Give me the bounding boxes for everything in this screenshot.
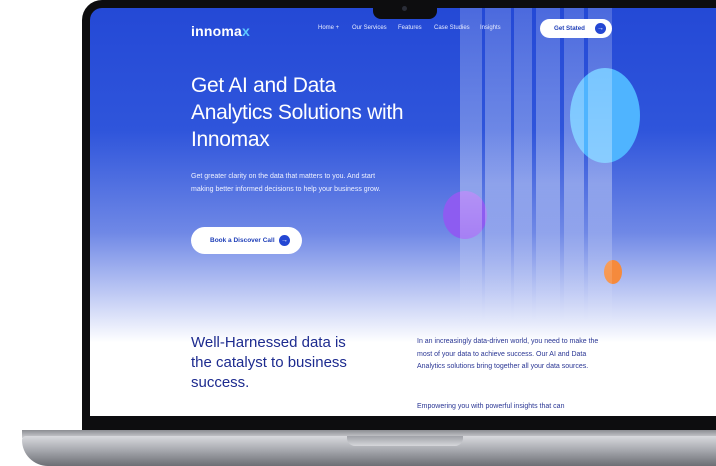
nav-item-our-services[interactable]: Our Services	[352, 25, 387, 31]
website-screen: innomax Home + Our Services Features Cas…	[90, 8, 716, 416]
nav-item-insights[interactable]: Insights	[480, 25, 501, 31]
get-started-label: Get Stated	[554, 25, 585, 32]
section-body: In an increasingly data-driven world, yo…	[417, 338, 599, 370]
light-beam	[485, 8, 511, 328]
section-title: Well-Harnessed data is the catalyst to b…	[191, 334, 347, 391]
light-beam	[536, 8, 560, 328]
nav-item-features[interactable]: Features	[398, 25, 422, 31]
hero-title: Get AI and Data Analytics Solutions with…	[191, 74, 404, 151]
brand-logo[interactable]: innomax	[191, 23, 250, 39]
camera-icon	[402, 6, 407, 11]
nav-item-home[interactable]: Home +	[318, 25, 339, 31]
get-started-button[interactable]: Get Stated →	[540, 19, 612, 38]
arrow-right-icon: →	[279, 235, 290, 246]
book-discover-call-button[interactable]: Book a Discover Call →	[191, 227, 302, 254]
light-beam	[460, 8, 482, 328]
logo-accent: x	[241, 23, 250, 39]
section-body-continued: Empowering you with powerful insights th…	[417, 403, 565, 410]
book-discover-call-label: Book a Discover Call	[210, 237, 275, 244]
light-beam	[564, 8, 584, 328]
logo-text: innoma	[191, 23, 242, 39]
light-beam	[514, 8, 532, 328]
light-beam	[588, 8, 612, 328]
hero-subtitle: Get greater clarity on the data that mat…	[191, 173, 381, 193]
camera-notch	[373, 0, 437, 19]
laptop-base-notch	[347, 436, 463, 446]
arrow-right-icon: →	[595, 23, 606, 34]
nav-item-case-studies[interactable]: Case Studies	[434, 25, 470, 31]
